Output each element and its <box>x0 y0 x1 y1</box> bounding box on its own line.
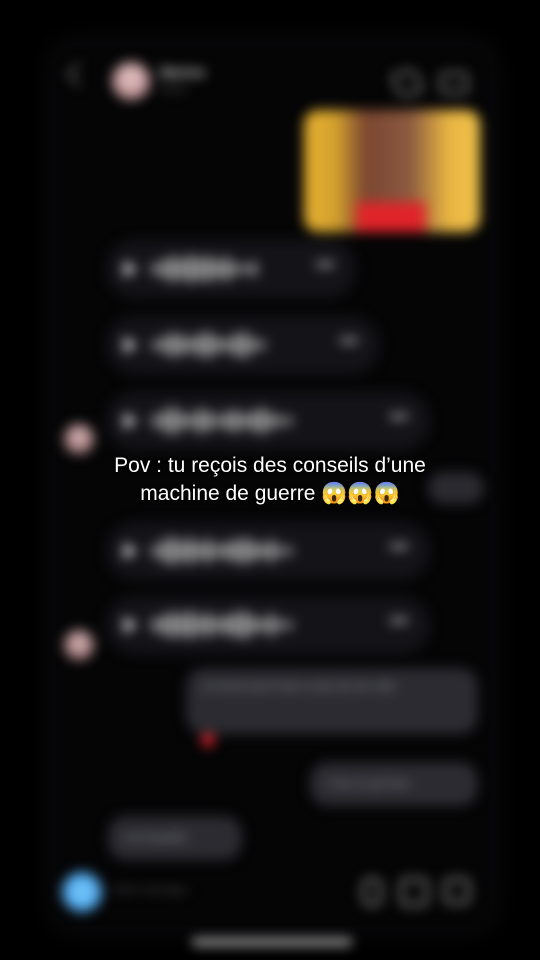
home-indicator <box>192 939 352 945</box>
message-input[interactable]: Votre message... <box>112 884 195 896</box>
photo-detail <box>356 202 426 232</box>
video-camera-icon[interactable] <box>440 72 468 94</box>
play-icon[interactable] <box>124 617 137 633</box>
play-icon[interactable] <box>124 413 137 429</box>
sticker-icon[interactable] <box>444 878 470 904</box>
waveform <box>152 536 292 566</box>
waveform <box>152 406 292 436</box>
voice-duration <box>340 338 358 343</box>
waveform <box>152 610 292 640</box>
play-icon[interactable] <box>124 261 137 277</box>
voice-duration <box>390 618 408 623</box>
heart-reaction-icon <box>199 731 217 749</box>
contact-status: Active <box>160 84 188 95</box>
caption-overlay: Pov : tu reçois des conseils d’une machi… <box>0 452 540 508</box>
caption-line-1: Pov : tu reçois des conseils d’une <box>114 454 426 477</box>
play-icon[interactable] <box>124 337 137 353</box>
back-icon[interactable] <box>66 62 91 87</box>
image-icon[interactable] <box>400 878 428 906</box>
waveform <box>152 330 265 360</box>
voice-message[interactable] <box>106 522 430 580</box>
contact-avatar-small <box>64 424 94 454</box>
sent-message[interactable]: C'est ce qu'il faut <box>310 762 478 806</box>
voice-duration <box>390 414 408 419</box>
contact-avatar-small <box>64 630 94 660</box>
voice-message[interactable] <box>106 240 356 298</box>
contact-name[interactable]: Marine <box>160 64 205 80</box>
voice-message[interactable] <box>106 392 430 450</box>
received-message[interactable]: oui tranquille <box>108 816 242 860</box>
waveform <box>152 254 256 284</box>
sent-message[interactable]: Je trouve qu'on faut un peu de son côté <box>186 668 478 734</box>
voice-message[interactable] <box>106 596 430 654</box>
microphone-icon[interactable] <box>362 878 382 906</box>
shared-photo[interactable] <box>304 110 480 232</box>
camera-icon[interactable] <box>62 872 102 912</box>
voice-duration <box>390 544 408 549</box>
voice-message[interactable] <box>106 316 380 374</box>
contact-avatar[interactable] <box>112 62 150 100</box>
play-icon[interactable] <box>124 543 137 559</box>
phone-icon[interactable] <box>390 66 424 100</box>
voice-duration <box>316 262 334 267</box>
caption-line-2: machine de guerre 😱😱😱 <box>140 482 400 505</box>
